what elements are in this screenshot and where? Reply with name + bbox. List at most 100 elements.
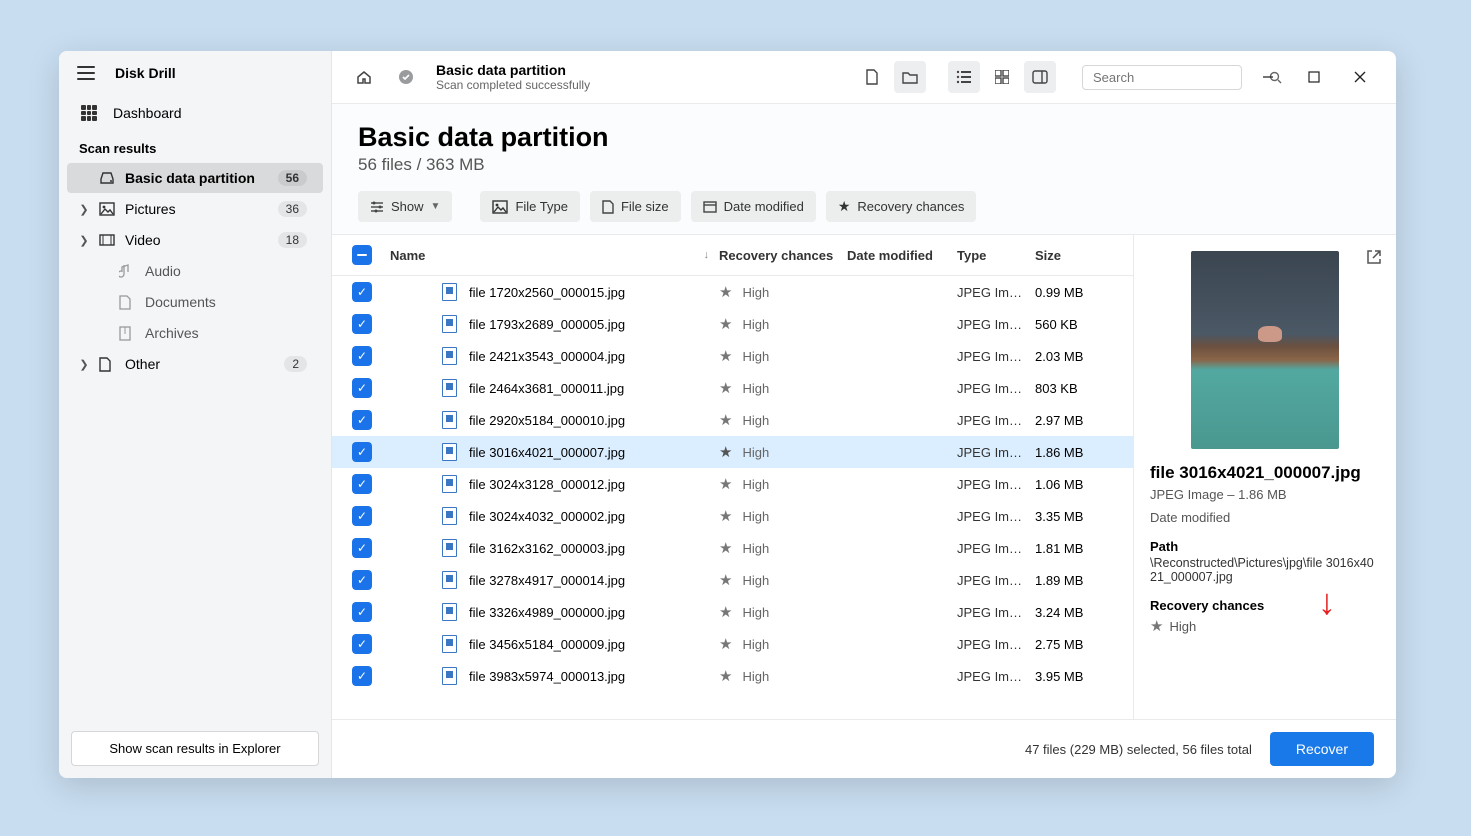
select-all-checkbox[interactable]: [352, 245, 372, 265]
sidebar-item-label: Basic data partition: [125, 170, 270, 186]
menu-icon[interactable]: [77, 66, 95, 80]
table-row[interactable]: ✓file 1720x2560_000015.jpg★HighJPEG Im…0…: [332, 276, 1133, 308]
sidebar-item-label: Archives: [145, 325, 307, 341]
recover-button[interactable]: Recover: [1270, 732, 1374, 766]
sidebar-item-video[interactable]: ❯Video18: [67, 225, 323, 255]
breadcrumb: Basic data partition Scan completed succ…: [436, 62, 590, 92]
filter-label: File size: [621, 199, 669, 214]
table-row[interactable]: ✓file 2464x3681_000011.jpg★HighJPEG Im…8…: [332, 372, 1133, 404]
star-icon: ★: [719, 507, 732, 525]
col-type[interactable]: Type: [957, 248, 1035, 263]
filter-recovery-chances[interactable]: ★Recovery chances: [826, 191, 977, 222]
file-size: 1.06 MB: [1035, 477, 1113, 492]
recovery-chance: High: [742, 637, 769, 652]
sliders-icon: [370, 201, 384, 213]
table-row[interactable]: ✓file 3456x5184_000009.jpg★HighJPEG Im…2…: [332, 628, 1133, 660]
table-row[interactable]: ✓file 3983x5974_000013.jpg★HighJPEG Im…3…: [332, 660, 1133, 692]
selection-status: 47 files (229 MB) selected, 56 files tot…: [1025, 742, 1252, 757]
file-name: file 3326x4989_000000.jpg: [469, 605, 625, 620]
footer: 47 files (229 MB) selected, 56 files tot…: [332, 719, 1396, 778]
row-checkbox[interactable]: ✓: [352, 538, 372, 558]
sidebar-item-documents[interactable]: Documents: [67, 287, 323, 317]
list-view-icon[interactable]: [948, 61, 980, 93]
preview-path-label: Path: [1150, 539, 1380, 554]
sidebar-item-other[interactable]: ❯Other2: [67, 349, 323, 379]
maximize-button[interactable]: [1294, 61, 1334, 93]
col-size[interactable]: Size: [1035, 248, 1113, 263]
table-body[interactable]: ✓file 1720x2560_000015.jpg★HighJPEG Im…0…: [332, 276, 1133, 719]
filter-date-modified[interactable]: Date modified: [691, 191, 816, 222]
recovery-chance: High: [742, 381, 769, 396]
audio-icon: [119, 263, 137, 279]
open-external-icon[interactable]: [1366, 249, 1382, 265]
table-row[interactable]: ✓file 3016x4021_000007.jpg★HighJPEG Im…1…: [332, 436, 1133, 468]
preview-image: [1191, 251, 1339, 449]
folder-view-icon[interactable]: [894, 61, 926, 93]
sort-arrow-icon[interactable]: ↓: [704, 249, 710, 261]
row-checkbox[interactable]: ✓: [352, 282, 372, 302]
search-box[interactable]: [1082, 65, 1242, 90]
row-checkbox[interactable]: ✓: [352, 346, 372, 366]
row-checkbox[interactable]: ✓: [352, 378, 372, 398]
table-row[interactable]: ✓file 3024x3128_000012.jpg★HighJPEG Im…1…: [332, 468, 1133, 500]
recovery-chance: High: [742, 413, 769, 428]
sidebar-item-audio[interactable]: Audio: [67, 256, 323, 286]
table-row[interactable]: ✓file 1793x2689_000005.jpg★HighJPEG Im…5…: [332, 308, 1133, 340]
filter-show[interactable]: Show▼: [358, 191, 452, 222]
grid-view-icon[interactable]: [986, 61, 1018, 93]
close-button[interactable]: [1340, 61, 1380, 93]
recovery-chance: High: [742, 349, 769, 364]
file-size: 560 KB: [1035, 317, 1113, 332]
recovery-chance: High: [742, 445, 769, 460]
video-icon: [99, 234, 117, 246]
table-row[interactable]: ✓file 3024x4032_000002.jpg★HighJPEG Im…3…: [332, 500, 1133, 532]
col-date[interactable]: Date modified: [847, 248, 957, 263]
row-checkbox[interactable]: ✓: [352, 506, 372, 526]
star-icon: ★: [719, 379, 732, 397]
sidebar-item-archives[interactable]: Archives: [67, 318, 323, 348]
recovery-chance: High: [742, 541, 769, 556]
search-input[interactable]: [1093, 70, 1269, 85]
col-chances[interactable]: Recovery chances: [719, 248, 847, 263]
filter-file-type[interactable]: File Type: [480, 191, 580, 222]
row-checkbox[interactable]: ✓: [352, 666, 372, 686]
row-checkbox[interactable]: ✓: [352, 634, 372, 654]
file-type: JPEG Im…: [957, 349, 1035, 364]
table-row[interactable]: ✓file 2421x3543_000004.jpg★HighJPEG Im…2…: [332, 340, 1133, 372]
dashboard-nav[interactable]: Dashboard: [59, 95, 331, 131]
row-checkbox[interactable]: ✓: [352, 602, 372, 622]
filter-label: Date modified: [724, 199, 804, 214]
minimize-button[interactable]: [1248, 61, 1288, 93]
file-size: 803 KB: [1035, 381, 1113, 396]
image-icon: [492, 200, 508, 214]
filter-file-size[interactable]: File size: [590, 191, 681, 222]
preview-title: file 3016x4021_000007.jpg: [1150, 463, 1380, 483]
row-checkbox[interactable]: ✓: [352, 410, 372, 430]
sidebar-item-basic-data-partition[interactable]: Basic data partition 56: [67, 163, 323, 193]
row-checkbox[interactable]: ✓: [352, 474, 372, 494]
row-checkbox[interactable]: ✓: [352, 442, 372, 462]
row-checkbox[interactable]: ✓: [352, 570, 372, 590]
recovery-chance: High: [742, 605, 769, 620]
table-row[interactable]: ✓file 3162x3162_000003.jpg★HighJPEG Im…1…: [332, 532, 1133, 564]
home-button[interactable]: [348, 61, 380, 93]
star-icon: ★: [719, 283, 732, 301]
table-row[interactable]: ✓file 3278x4917_000014.jpg★HighJPEG Im…1…: [332, 564, 1133, 596]
table-row[interactable]: ✓file 2920x5184_000010.jpg★HighJPEG Im…2…: [332, 404, 1133, 436]
file-name: file 1793x2689_000005.jpg: [469, 317, 625, 332]
preview-path: \Reconstructed\Pictures\jpg\file 3016x40…: [1150, 556, 1380, 584]
table-header: Name ↓ Recovery chances Date modified Typ…: [332, 235, 1133, 276]
file-type: JPEG Im…: [957, 317, 1035, 332]
show-in-explorer-button[interactable]: Show scan results in Explorer: [71, 731, 319, 766]
chevron-icon: ❯: [77, 234, 91, 247]
file-size: 2.97 MB: [1035, 413, 1113, 428]
table-row[interactable]: ✓file 3326x4989_000000.jpg★HighJPEG Im…3…: [332, 596, 1133, 628]
sidebar-item-pictures[interactable]: ❯Pictures36: [67, 194, 323, 224]
count-badge: 56: [278, 170, 307, 186]
sidebar-item-label: Other: [125, 356, 276, 372]
file-view-icon[interactable]: [856, 61, 888, 93]
file-icon: [442, 283, 457, 301]
col-name[interactable]: Name: [390, 248, 425, 263]
row-checkbox[interactable]: ✓: [352, 314, 372, 334]
panel-toggle-icon[interactable]: [1024, 61, 1056, 93]
